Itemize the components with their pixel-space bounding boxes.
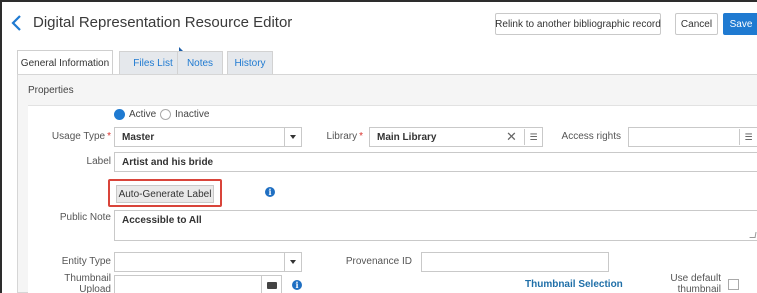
public-note-value: Accessible to All bbox=[122, 215, 202, 226]
back-arrow-icon[interactable] bbox=[10, 14, 24, 32]
thumbnail-selection-link[interactable]: Thumbnail Selection bbox=[525, 279, 623, 290]
library-label: Library * bbox=[326, 131, 363, 142]
clear-icon[interactable]: ✕ bbox=[506, 129, 517, 145]
status-inactive-label: Inactive bbox=[175, 109, 210, 120]
tab-history[interactable]: History bbox=[227, 51, 273, 75]
access-rights-select[interactable]: ☰ bbox=[628, 127, 757, 147]
usage-type-select[interactable]: Master bbox=[114, 127, 302, 147]
highlight-box: Auto-Generate Label bbox=[108, 179, 222, 207]
provenance-id-input[interactable] bbox=[421, 252, 609, 272]
page-title: Digital Representation Resource Editor bbox=[33, 14, 293, 31]
properties-form: Active Inactive Usage Type * Master Libra… bbox=[28, 105, 757, 293]
status-active-label: Active bbox=[129, 109, 157, 120]
usage-type-value: Master bbox=[122, 131, 155, 143]
auto-generate-label-button[interactable]: Auto-Generate Label bbox=[116, 185, 214, 203]
tab-notes[interactable]: Notes bbox=[177, 51, 223, 75]
library-select[interactable]: Main Library ✕ ☰ bbox=[369, 127, 543, 147]
list-icon[interactable]: ☰ bbox=[524, 129, 542, 145]
tab-general-information[interactable]: General Information bbox=[17, 50, 113, 76]
access-rights-label: Access rights bbox=[561, 131, 621, 142]
list-icon[interactable]: ☰ bbox=[739, 129, 757, 145]
info-icon[interactable]: i bbox=[292, 280, 302, 290]
status-inactive-radio[interactable]: Inactive bbox=[160, 109, 209, 120]
resize-handle-icon[interactable] bbox=[749, 232, 757, 238]
label-input[interactable]: Artist and his bride bbox=[114, 152, 757, 172]
public-note-textarea[interactable]: Accessible to All bbox=[114, 210, 757, 241]
radio-selected-icon bbox=[114, 109, 125, 120]
label-input-value: Artist and his bride bbox=[122, 156, 214, 168]
chevron-down-icon[interactable] bbox=[284, 128, 301, 146]
chevron-down-icon[interactable] bbox=[284, 253, 301, 271]
library-value: Main Library bbox=[377, 131, 437, 143]
entity-type-select[interactable] bbox=[114, 252, 302, 272]
use-default-thumbnail-label: Use default thumbnail bbox=[670, 273, 721, 293]
thumbnail-upload-input[interactable] bbox=[114, 275, 282, 293]
info-icon[interactable]: i bbox=[265, 187, 275, 197]
label-field-label: Label bbox=[86, 156, 111, 167]
radio-unselected-icon bbox=[160, 109, 171, 120]
public-note-label: Public Note bbox=[59, 212, 111, 223]
relink-button[interactable]: Relink to another bibliographic record bbox=[495, 13, 661, 35]
thumbnail-upload-label: Thumbnail Upload bbox=[64, 273, 111, 293]
save-button[interactable]: Save bbox=[723, 13, 757, 35]
section-title: Properties bbox=[28, 85, 74, 96]
tab-bar: General Information Files List Notes His… bbox=[17, 47, 757, 76]
cancel-button[interactable]: Cancel bbox=[675, 13, 718, 35]
editor-body: General Information Files List Notes His… bbox=[0, 44, 757, 293]
provenance-id-label: Provenance ID bbox=[345, 256, 412, 267]
use-default-thumbnail-checkbox[interactable] bbox=[728, 279, 739, 290]
entity-type-label: Entity Type bbox=[61, 256, 111, 267]
properties-panel: Properties Active Inactive Usage Type * M… bbox=[17, 74, 757, 293]
editor-header: Digital Representation Resource Editor R… bbox=[0, 0, 757, 44]
folder-icon[interactable] bbox=[261, 276, 281, 293]
status-active-radio[interactable]: Active bbox=[114, 109, 156, 120]
usage-type-label: Usage Type * bbox=[51, 131, 111, 142]
